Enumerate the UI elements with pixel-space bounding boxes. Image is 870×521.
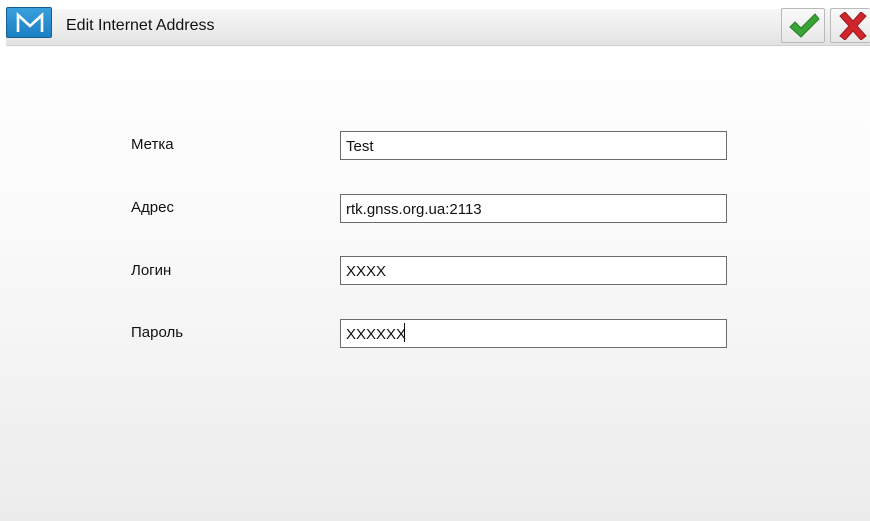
window-title: Edit Internet Address — [66, 17, 215, 34]
label-address: Адрес — [131, 199, 174, 216]
label-metka: Метка — [131, 136, 174, 153]
label-password: Пароль — [131, 324, 184, 341]
address-input[interactable] — [340, 194, 727, 223]
metka-input[interactable] — [340, 131, 727, 160]
checkmark-icon — [789, 13, 820, 38]
edit-internet-address-window: Edit Internet Address Метка Адрес Логин … — [0, 0, 870, 521]
login-input[interactable] — [340, 256, 727, 285]
label-login: Логин — [131, 262, 172, 279]
ok-button[interactable] — [781, 8, 825, 43]
cancel-button[interactable] — [830, 8, 870, 43]
close-icon — [839, 12, 867, 40]
m-logo-icon[interactable] — [6, 7, 52, 38]
password-input[interactable] — [340, 319, 727, 348]
text-caret — [404, 323, 405, 342]
